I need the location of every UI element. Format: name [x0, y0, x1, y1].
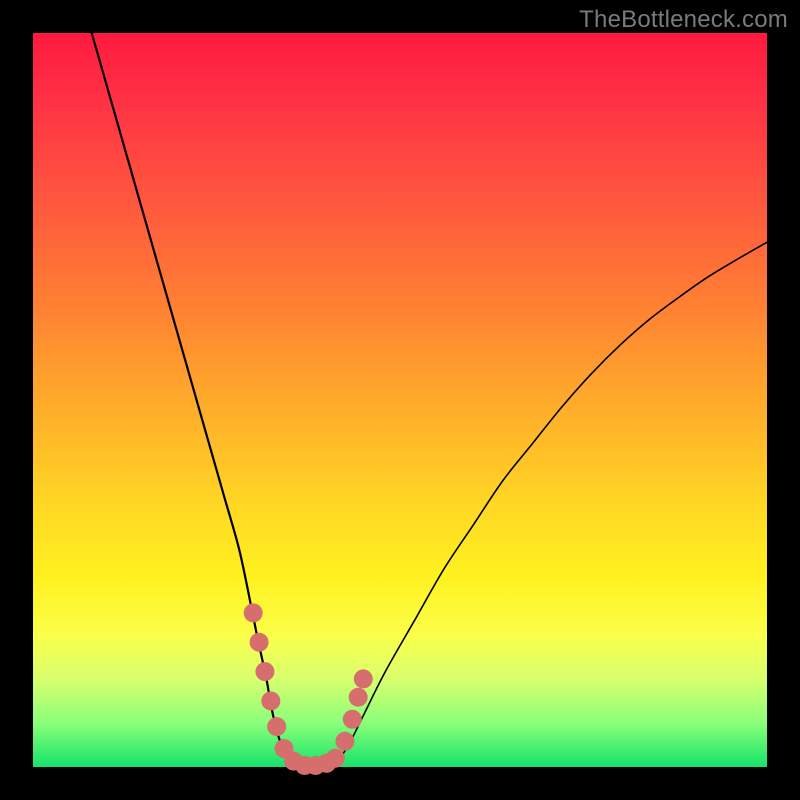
- highlight-dot: [267, 717, 286, 736]
- highlight-dot: [244, 603, 263, 622]
- highlight-dot: [349, 688, 368, 707]
- highlight-dot: [335, 732, 354, 751]
- plot-area: [33, 33, 767, 767]
- curve-left-branch: [92, 33, 294, 763]
- highlight-dot: [261, 691, 280, 710]
- highlight-dot: [354, 669, 373, 688]
- highlight-dot: [326, 749, 345, 768]
- chart-frame: TheBottleneck.com: [0, 0, 800, 800]
- highlight-markers: [244, 603, 373, 775]
- highlight-dot: [343, 710, 362, 729]
- watermark-text: TheBottleneck.com: [579, 6, 788, 34]
- curve-right-branch: [338, 242, 767, 761]
- highlight-dot: [250, 633, 269, 652]
- highlight-dot: [255, 662, 274, 681]
- curve-layer: [33, 33, 767, 767]
